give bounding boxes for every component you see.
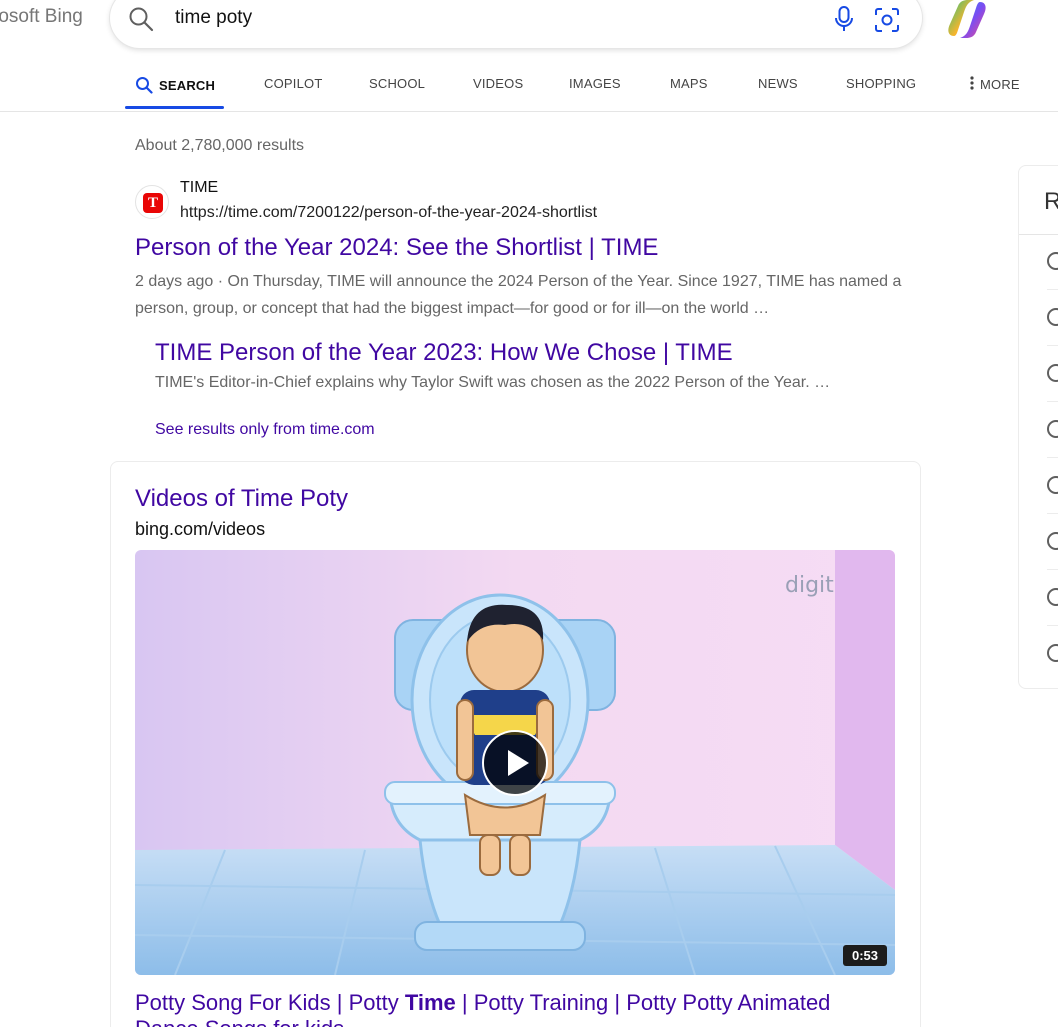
sidebar-heading: R <box>1044 188 1058 215</box>
tab-videos[interactable]: VIDEOS <box>473 76 523 91</box>
result-title-link[interactable]: Person of the Year 2024: See the Shortli… <box>135 234 658 262</box>
related-searches-panel: R <box>1018 165 1058 689</box>
search-box[interactable]: time poty <box>110 0 922 48</box>
related-search-item[interactable] <box>1047 234 1058 290</box>
tab-images[interactable]: IMAGES <box>569 76 621 91</box>
search-icon <box>1047 532 1058 550</box>
more-dots-icon <box>970 76 974 90</box>
result-url[interactable]: https://time.com/7200122/person-of-the-y… <box>180 204 597 222</box>
active-tab-indicator <box>125 106 224 109</box>
play-button[interactable] <box>482 730 548 796</box>
tab-shopping[interactable]: SHOPPING <box>846 76 916 91</box>
tab-news[interactable]: NEWS <box>758 76 798 91</box>
video-section-heading[interactable]: Videos of Time Poty <box>135 485 348 513</box>
tab-label: SEARCH <box>159 78 216 93</box>
results-count: About 2,780,000 results <box>135 137 305 154</box>
search-icon <box>1047 420 1058 438</box>
tab-label: MORE <box>980 77 1020 92</box>
related-search-item[interactable] <box>1047 290 1058 346</box>
video-duration-badge: 0:53 <box>842 945 887 966</box>
search-icon <box>1047 476 1058 494</box>
tab-search[interactable]: SEARCH <box>135 76 215 94</box>
search-icon <box>1047 588 1058 606</box>
time-logo-icon: T <box>143 193 163 213</box>
deep-link-title[interactable]: TIME Person of the Year 2023: How We Cho… <box>155 339 733 367</box>
related-search-item[interactable] <box>1047 514 1058 570</box>
video-title-link[interactable]: Potty Song For Kids | Potty Time | Potty… <box>135 990 895 1027</box>
video-title-part: Potty Song For Kids | Potty <box>135 990 405 1015</box>
video-thumbnail[interactable]: digit 0:53 <box>135 550 895 975</box>
tab-copilot[interactable]: COPILOT <box>264 76 322 91</box>
bing-logo-text[interactable]: rosoft Bing <box>0 6 83 28</box>
tab-maps[interactable]: MAPS <box>670 76 708 91</box>
tab-more[interactable]: MORE <box>968 76 1020 92</box>
site-name[interactable]: TIME <box>180 179 218 197</box>
related-search-item[interactable] <box>1047 402 1058 458</box>
site-only-results-link[interactable]: See results only from time.com <box>155 421 375 439</box>
watermark-text: digit <box>785 573 834 598</box>
site-favicon[interactable]: T <box>135 185 169 219</box>
microphone-icon[interactable] <box>832 5 856 33</box>
video-source-link[interactable]: bing.com/videos <box>135 519 265 540</box>
related-search-item[interactable] <box>1047 570 1058 626</box>
deep-link-snippet: TIME's Editor-in-Chief explains why Tayl… <box>155 374 831 391</box>
search-icon <box>1047 308 1058 326</box>
visual-search-icon[interactable] <box>873 6 901 34</box>
related-search-item[interactable] <box>1047 346 1058 402</box>
search-icon <box>136 77 153 94</box>
related-search-item[interactable] <box>1047 458 1058 514</box>
vertical-tabs: SEARCH COPILOT SCHOOL VIDEOS IMAGES MAPS… <box>0 66 1058 112</box>
result-snippet: 2 days ago · On Thursday, TIME will anno… <box>135 273 902 317</box>
tab-school[interactable]: SCHOOL <box>369 76 425 91</box>
search-icon <box>1047 364 1058 382</box>
related-search-item[interactable] <box>1047 626 1058 682</box>
search-icon <box>1047 252 1058 270</box>
copilot-icon[interactable] <box>944 0 990 40</box>
play-icon <box>508 750 529 776</box>
search-icon <box>1047 644 1058 662</box>
search-icon[interactable] <box>128 6 154 32</box>
search-input[interactable]: time poty <box>175 7 252 29</box>
video-title-highlight: Time <box>404 990 456 1015</box>
